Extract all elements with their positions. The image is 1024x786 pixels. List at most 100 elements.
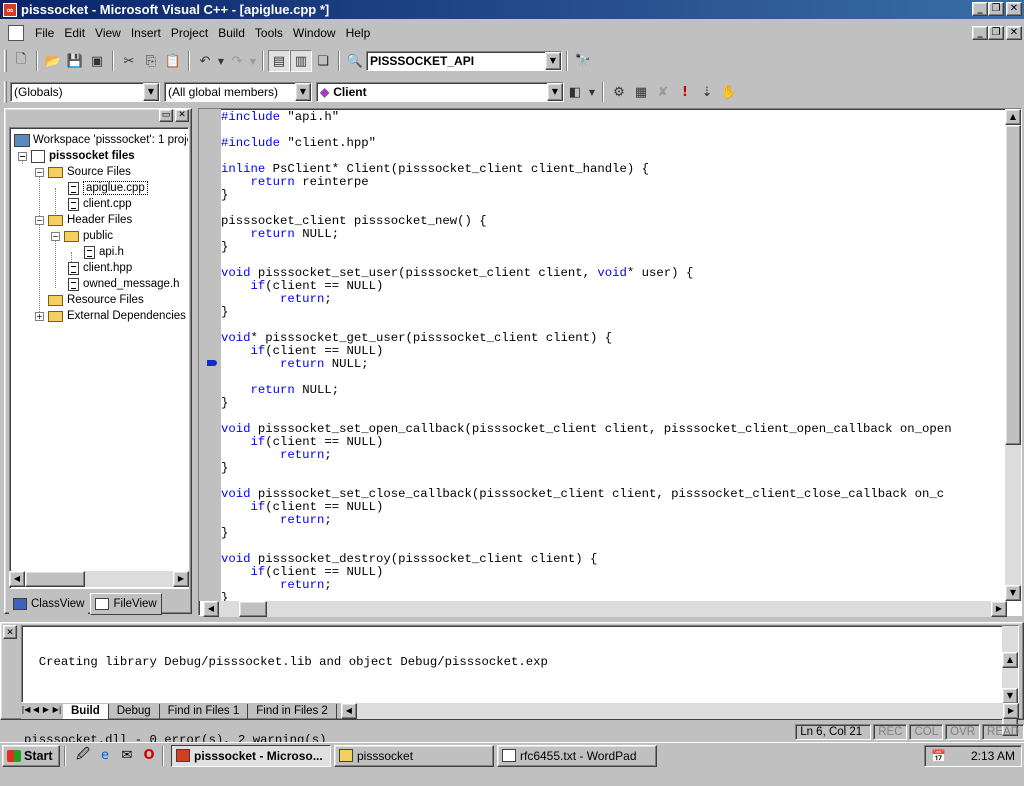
- search-binoculars-icon[interactable]: 🔭: [572, 50, 594, 72]
- undo-icon[interactable]: ↶: [194, 50, 216, 72]
- resource-files-folder[interactable]: Resource Files: [48, 292, 144, 308]
- collapse-icon[interactable]: −: [35, 167, 44, 177]
- scroll-right-icon[interactable]: ▶: [173, 571, 189, 587]
- menu-build[interactable]: Build: [213, 26, 250, 40]
- output-text[interactable]: Creating library Debug/pisssocket.lib an…: [21, 625, 1019, 747]
- scroll-right-icon[interactable]: ▶: [991, 601, 1007, 617]
- start-button[interactable]: Start: [2, 744, 60, 767]
- code-line[interactable]: return NULL;: [221, 228, 1007, 241]
- internet-explorer-icon[interactable]: e: [96, 747, 114, 765]
- code-line[interactable]: }: [221, 397, 1007, 410]
- scroll-up-icon[interactable]: ▲: [1002, 652, 1018, 668]
- code-line[interactable]: }: [221, 306, 1007, 319]
- tab-classview[interactable]: ClassView: [9, 593, 89, 615]
- tab-find-in-files-1[interactable]: Find in Files 1: [160, 703, 249, 719]
- code-editor[interactable]: #include "api.h"​#include "client.hpp"​i…: [198, 108, 1022, 617]
- collapse-icon[interactable]: −: [35, 215, 44, 225]
- title-bar[interactable]: ∞ pisssocket - Microsoft Visual C++ - [a…: [0, 0, 1024, 19]
- output-close-button[interactable]: ✕: [3, 625, 17, 639]
- code-line[interactable]: return NULL;: [221, 384, 1007, 397]
- show-desktop-icon[interactable]: 🖉: [74, 747, 92, 765]
- code-line[interactable]: if(client == NULL): [221, 280, 1007, 293]
- doc-restore-button[interactable]: ❐: [988, 26, 1004, 40]
- build-icon[interactable]: ▦: [630, 81, 652, 103]
- wizard-action-icon[interactable]: ◧: [564, 81, 586, 103]
- tab-debug[interactable]: Debug: [109, 703, 160, 719]
- code-line[interactable]: if(client == NULL): [221, 436, 1007, 449]
- undo-dropdown-icon[interactable]: ▼: [216, 50, 226, 72]
- code-line[interactable]: }: [221, 592, 1007, 602]
- workspace-restore-button[interactable]: ▭: [159, 109, 173, 122]
- find-combo[interactable]: PISSSOCKET_API ▼: [366, 51, 562, 71]
- chevron-down-icon[interactable]: ▼: [143, 83, 159, 101]
- editor-hscrollbar[interactable]: ◀ ▶: [203, 601, 1007, 617]
- code-line[interactable]: }: [221, 462, 1007, 475]
- code-line[interactable]: }: [221, 189, 1007, 202]
- code-line[interactable]: if(client == NULL): [221, 501, 1007, 514]
- workspace-toggle-icon[interactable]: ▤: [268, 50, 290, 72]
- scroll-left-icon[interactable]: ◀: [9, 571, 25, 587]
- scroll-down-icon[interactable]: ▼: [1005, 585, 1021, 601]
- file-tree[interactable]: Workspace 'pisssocket': 1 proje − pissso…: [9, 127, 189, 589]
- redo-dropdown-icon[interactable]: ▼: [248, 50, 258, 72]
- execute-icon[interactable]: !: [674, 81, 696, 103]
- output-vscrollbar[interactable]: ▲ ▼: [1002, 626, 1018, 736]
- menu-window[interactable]: Window: [288, 26, 341, 40]
- save-icon[interactable]: 💾: [64, 50, 86, 72]
- file-apiglue[interactable]: apiglue.cpp: [68, 180, 148, 196]
- output-hscrollbar[interactable]: [356, 703, 1003, 719]
- external-deps-folder[interactable]: + External Dependencies: [35, 308, 186, 324]
- scope-combo[interactable]: (Globals) ▼: [10, 82, 160, 102]
- go-icon[interactable]: ⇣: [696, 81, 718, 103]
- stop-build-icon[interactable]: ✘: [652, 81, 674, 103]
- scroll-thumb[interactable]: [1005, 125, 1021, 445]
- task-wordpad[interactable]: rfc6455.txt - WordPad: [497, 744, 657, 767]
- source-files-folder[interactable]: − Source Files: [35, 164, 131, 180]
- tab-build[interactable]: Build: [63, 703, 109, 719]
- menu-insert[interactable]: Insert: [126, 26, 166, 40]
- code-line[interactable]: return reinterpe: [221, 176, 1007, 189]
- code-line[interactable]: return NULL;: [221, 358, 1007, 371]
- chevron-down-icon[interactable]: ▼: [545, 52, 561, 70]
- close-button[interactable]: ✕: [1006, 2, 1022, 16]
- menu-help[interactable]: Help: [341, 26, 376, 40]
- task-visual-cpp[interactable]: pisssocket - Microso...: [171, 744, 331, 767]
- member-combo[interactable]: ◆ Client ▼: [316, 82, 564, 102]
- file-client-cpp[interactable]: client.cpp: [68, 196, 132, 212]
- breakpoint-hand-icon[interactable]: ✋: [718, 81, 740, 103]
- collapse-icon[interactable]: −: [51, 231, 60, 241]
- code-line[interactable]: return;: [221, 293, 1007, 306]
- copy-icon[interactable]: ⎘: [140, 50, 162, 72]
- code-line[interactable]: #include "api.h": [221, 111, 1007, 124]
- workspace-close-button[interactable]: ✕: [175, 109, 189, 122]
- collapse-icon[interactable]: −: [18, 151, 27, 161]
- menu-view[interactable]: View: [90, 26, 126, 40]
- save-all-icon[interactable]: ▣: [86, 50, 108, 72]
- scroll-thumb[interactable]: [25, 571, 85, 587]
- code-line[interactable]: return;: [221, 514, 1007, 527]
- tab-last-icon[interactable]: ▶|: [51, 703, 63, 719]
- chevron-down-icon[interactable]: ▼: [547, 83, 563, 101]
- menu-tools[interactable]: Tools: [250, 26, 288, 40]
- open-folder-icon[interactable]: 📂: [42, 50, 64, 72]
- expand-icon[interactable]: +: [35, 311, 44, 321]
- find-in-files-icon[interactable]: 🔍: [344, 50, 366, 72]
- scroll-thumb[interactable]: [239, 601, 267, 617]
- scroll-left-icon[interactable]: ◀: [203, 601, 219, 617]
- output-toggle-icon[interactable]: ▥: [290, 50, 312, 72]
- doc-close-button[interactable]: ✕: [1006, 26, 1022, 40]
- compile-icon[interactable]: ⚙: [608, 81, 630, 103]
- public-folder[interactable]: − public: [51, 228, 113, 244]
- code-line[interactable]: return;: [221, 579, 1007, 592]
- file-owned-message[interactable]: owned_message.h: [68, 276, 180, 292]
- filter-combo[interactable]: (All global members) ▼: [164, 82, 312, 102]
- tab-next-icon[interactable]: ▶: [41, 703, 51, 719]
- scroll-up-icon[interactable]: ▲: [1005, 109, 1021, 125]
- opera-icon[interactable]: O: [140, 747, 158, 765]
- app-icon[interactable]: ∞: [3, 2, 17, 17]
- scroll-right-icon[interactable]: ▶: [1003, 703, 1019, 719]
- outlook-express-icon[interactable]: ✉: [118, 747, 136, 765]
- tab-first-icon[interactable]: |◀: [21, 703, 31, 719]
- cut-icon[interactable]: ✂: [118, 50, 140, 72]
- minimize-button[interactable]: _: [972, 2, 988, 16]
